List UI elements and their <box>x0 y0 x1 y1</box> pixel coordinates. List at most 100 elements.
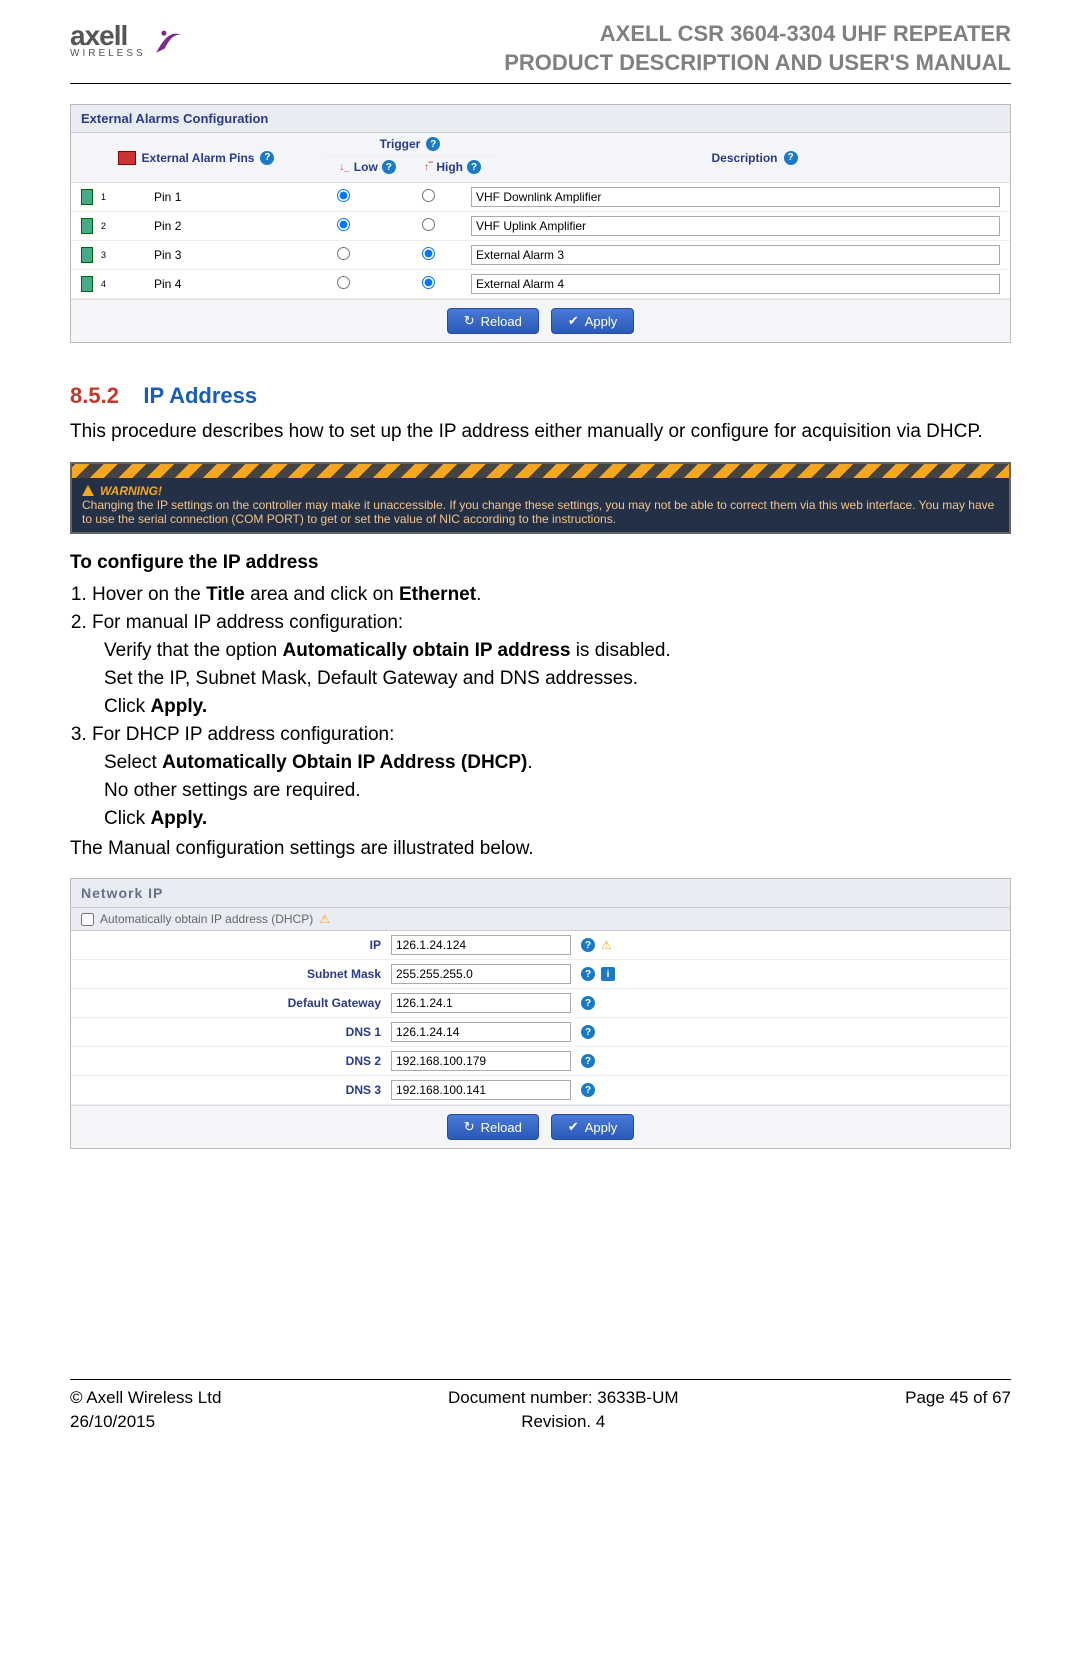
section-intro: This procedure describes how to set up t… <box>70 419 1011 446</box>
copyright: © Axell Wireless Ltd <box>70 1386 221 1410</box>
row-icons: ? <box>571 1054 595 1068</box>
pin-chip-icon <box>81 276 93 292</box>
dhcp-checkbox[interactable] <box>81 913 94 926</box>
help-icon[interactable]: ? <box>581 996 595 1010</box>
apply-label: Apply <box>585 1120 618 1135</box>
network-panel-title: Network IP <box>71 879 1010 908</box>
warning-text: Changing the IP settings on the controll… <box>82 498 999 526</box>
alarms-button-row: ↻ Reload ✔Apply <box>71 299 1010 342</box>
network-rows: IP? ⚠Subnet Mask? iDefault Gateway?DNS 1… <box>71 931 1010 1105</box>
pins-icon <box>118 151 136 165</box>
warning-title: WARNING! <box>100 484 162 498</box>
ip-input[interactable] <box>391 993 571 1013</box>
step-3c: Click Apply. <box>104 808 1011 830</box>
row-icons: ? i <box>571 967 615 981</box>
ip-input[interactable] <box>391 1022 571 1042</box>
step-1: Hover on the Title area and click on Eth… <box>92 584 1011 606</box>
ip-input[interactable] <box>391 935 571 955</box>
revision: Revision. 4 <box>448 1410 679 1434</box>
step-3: For DHCP IP address configuration: <box>92 724 1011 746</box>
low-arrow-icon: ↓_ <box>339 162 350 173</box>
dhcp-label: Automatically obtain IP address (DHCP) <box>100 912 313 926</box>
steps-list: Hover on the Title area and click on Eth… <box>92 584 1011 634</box>
trigger-low-radio[interactable] <box>337 218 350 231</box>
footer-left: © Axell Wireless Ltd 26/10/2015 <box>70 1386 221 1434</box>
doc-title: AXELL CSR 3604-3304 UHF REPEATER PRODUCT… <box>504 20 1011 77</box>
page: axell WIRELESS AXELL CSR 3604-3304 UHF R… <box>0 0 1081 1454</box>
check-icon: ✔ <box>568 1119 579 1135</box>
help-icon[interactable]: ? <box>784 151 798 165</box>
reload-label: Reload <box>481 314 522 329</box>
help-icon[interactable]: ? <box>467 160 481 174</box>
steps-heading: To configure the IP address <box>70 552 1011 574</box>
help-icon[interactable]: ? <box>426 137 440 151</box>
footer-right: Page 45 of 67 <box>905 1386 1011 1434</box>
ip-input[interactable] <box>391 1051 571 1071</box>
high-arrow-icon: ↑‾ <box>424 162 432 173</box>
ip-input[interactable] <box>391 964 571 984</box>
network-button-row: ↻Reload ✔ Apply <box>71 1105 1010 1148</box>
doc-title-line1: AXELL CSR 3604-3304 UHF REPEATER <box>504 20 1011 49</box>
reload-icon: ↻ <box>464 313 475 329</box>
help-icon[interactable]: ? <box>581 938 595 952</box>
page-footer: © Axell Wireless Ltd 26/10/2015 Document… <box>70 1379 1011 1434</box>
reload-button[interactable]: ↻Reload <box>447 1114 539 1140</box>
description-input[interactable] <box>471 274 1000 294</box>
warning-triangle-icon <box>82 485 94 496</box>
field-label: Default Gateway <box>81 996 391 1010</box>
footer-center: Document number: 3633B-UM Revision. 4 <box>448 1386 679 1434</box>
alarm-row: 1 Pin 1 <box>71 183 1010 212</box>
alarm-row: 3 Pin 3 <box>71 241 1010 270</box>
pin-number: 1 <box>101 192 106 202</box>
page-header: axell WIRELESS AXELL CSR 3604-3304 UHF R… <box>70 20 1011 84</box>
reload-button[interactable]: ↻ Reload <box>447 308 539 334</box>
help-icon[interactable]: ? <box>581 1083 595 1097</box>
ip-input[interactable] <box>391 1080 571 1100</box>
alarm-rows: 1Pin 12Pin 23Pin 34Pin 4 <box>71 183 1010 299</box>
help-icon[interactable]: ? <box>581 1054 595 1068</box>
alarms-panel-title: External Alarms Configuration <box>71 105 1010 133</box>
trigger-high-radio[interactable] <box>422 218 435 231</box>
trigger-high-radio[interactable] <box>422 247 435 260</box>
description-input[interactable] <box>471 245 1000 265</box>
page-number: Page 45 of 67 <box>905 1386 1011 1410</box>
field-label: DNS 3 <box>81 1083 391 1097</box>
network-ip-panel: Network IP Automatically obtain IP addre… <box>70 878 1011 1149</box>
trigger-high-radio[interactable] <box>422 276 435 289</box>
warning-triangle-icon: ⚠ <box>601 938 612 952</box>
alarms-header-row: External Alarm Pins ? Trigger? ↓_Low? ↑‾… <box>71 133 1010 183</box>
trigger-high-radio[interactable] <box>422 189 435 202</box>
apply-button[interactable]: ✔Apply <box>551 308 634 334</box>
section-number: 8.5.2 <box>70 383 119 408</box>
info-icon[interactable]: i <box>601 967 615 981</box>
network-row: DNS 3? <box>71 1076 1010 1105</box>
field-label: Subnet Mask <box>81 967 391 981</box>
pin-number: 3 <box>101 250 106 260</box>
description-input[interactable] <box>471 216 1000 236</box>
warning-stripe <box>72 464 1009 478</box>
pin-chip-icon <box>81 247 93 263</box>
steps-tail: The Manual configuration settings are il… <box>70 836 1011 863</box>
help-icon[interactable]: ? <box>382 160 396 174</box>
doc-title-line2: PRODUCT DESCRIPTION AND USER'S MANUAL <box>504 49 1011 78</box>
trigger-low-radio[interactable] <box>337 189 350 202</box>
step-2: For manual IP address configuration: <box>92 612 1011 634</box>
col-desc: Description? <box>499 133 1010 182</box>
alarm-row: 4Pin 4 <box>71 270 1010 299</box>
pin-name: Pin 1 <box>154 190 181 204</box>
help-icon[interactable]: ? <box>260 151 274 165</box>
help-icon[interactable]: ? <box>581 1025 595 1039</box>
apply-button[interactable]: ✔ Apply <box>551 1114 634 1140</box>
warning-box: WARNING! Changing the IP settings on the… <box>70 462 1011 534</box>
trigger-low-radio[interactable] <box>337 276 350 289</box>
col-pins: External Alarm Pins ? <box>71 133 321 182</box>
pin-name: Pin 3 <box>154 248 181 262</box>
description-input[interactable] <box>471 187 1000 207</box>
footer-date: 26/10/2015 <box>70 1410 221 1434</box>
step-2b: Set the IP, Subnet Mask, Default Gateway… <box>104 668 1011 690</box>
trigger-subheader: ↓_Low? ↑‾High? <box>325 155 495 178</box>
trigger-low-radio[interactable] <box>337 247 350 260</box>
step-2c: Click Apply. <box>104 696 1011 718</box>
col-pins-label: External Alarm Pins <box>142 151 255 165</box>
help-icon[interactable]: ? <box>581 967 595 981</box>
